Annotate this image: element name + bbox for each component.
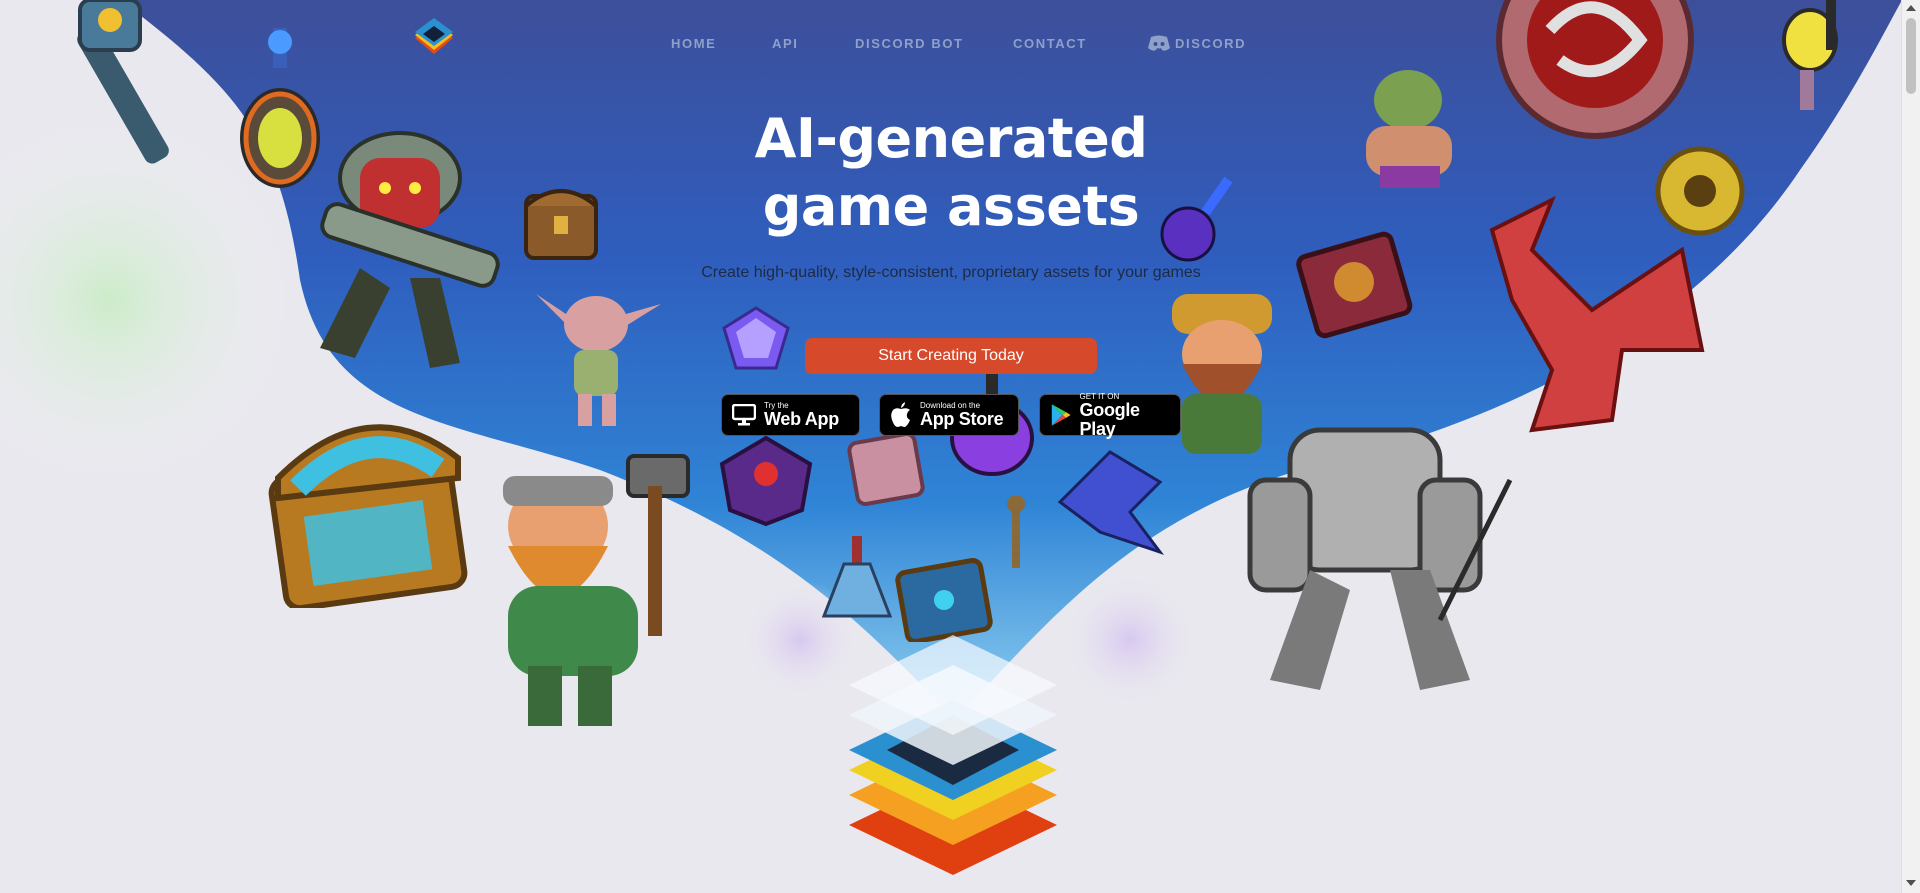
top-nav: HOME API DISCORD BOT CONTACT DISCORD [0,34,1902,56]
start-creating-button[interactable]: Start Creating Today [805,338,1097,374]
nav-discord-bot[interactable]: DISCORD BOT [855,36,964,51]
app-store-big-text: App Store [920,409,1004,429]
dwarf-hammer-icon [503,454,690,726]
guitar-icon [1782,0,1838,110]
app-store-button[interactable]: Download on the App Store [879,394,1019,436]
nav-api[interactable]: API [772,36,798,51]
cube-gem-icon [719,435,813,527]
nav-home[interactable]: HOME [671,36,716,51]
hero-title: AI-generated game assets [0,105,1902,241]
layered-diamond-logo [849,635,1057,875]
blue-chest-icon [268,424,468,608]
google-play-button[interactable]: GET IT ON Google Play [1039,392,1181,439]
goblin-icon [536,294,661,426]
hero-title-line1: AI-generated [754,107,1148,170]
monitor-icon [732,404,756,426]
nav-discord-label: DISCORD [1175,35,1247,51]
google-play-big-text: Google Play [1079,399,1141,439]
armored-knight-icon [1247,427,1513,690]
spellbook-icon [847,432,925,506]
scroll-down-arrow-icon[interactable] [1906,880,1916,886]
google-play-icon [1051,404,1071,426]
hero-subtitle: Create high-quality, style-consistent, p… [701,264,1201,281]
scroll-thumb[interactable] [1906,18,1916,94]
small-potion-icon [821,536,893,618]
nav-contact[interactable]: CONTACT [1013,36,1087,51]
apple-icon [891,402,910,427]
hero-title-line2: game assets [762,175,1140,238]
page-scrollbar[interactable] [1901,0,1920,893]
crystal-icon [722,306,790,370]
spellbook-red-icon [1296,231,1413,339]
web-app-big-text: Web App [764,409,839,429]
web-app-button[interactable]: Try the Web App [721,394,860,436]
scroll-up-arrow-icon[interactable] [1906,5,1916,11]
key-icon [1007,495,1025,568]
discord-icon [1148,35,1170,51]
nav-discord[interactable]: DISCORD [1147,34,1246,52]
